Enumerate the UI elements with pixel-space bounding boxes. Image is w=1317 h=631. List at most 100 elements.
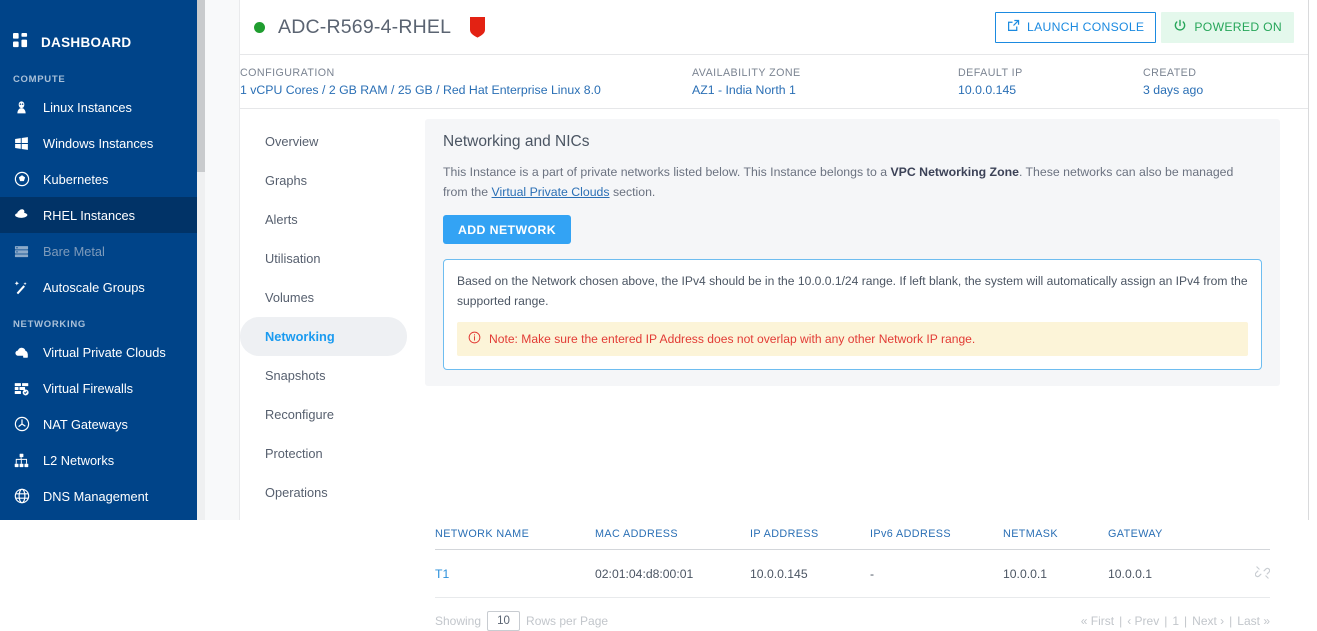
sidebar-item-linux-instances[interactable]: Linux Instances xyxy=(0,89,197,125)
magic-wand-icon xyxy=(13,279,30,296)
tab-networking[interactable]: Networking xyxy=(240,317,407,356)
sidebar-scrollbar-thumb[interactable] xyxy=(197,0,205,172)
table-column-header xyxy=(1230,512,1270,550)
card-title: Networking and NICs xyxy=(443,133,590,150)
cell-ip_address: 10.0.0.145 xyxy=(750,549,870,598)
desc-bold: VPC Networking Zone xyxy=(890,165,1019,179)
table-row: T1 02:01:04:d8:00:01 10.0.0.145-10.0.0.1 10… xyxy=(435,549,1271,598)
info-circle-icon xyxy=(468,331,481,347)
meta-value: 3 days ago xyxy=(1143,82,1204,97)
pagination-first[interactable]: « First xyxy=(1081,614,1114,628)
table-column-header: NETMASK xyxy=(1003,512,1108,550)
power-state-button[interactable]: POWERED ON xyxy=(1161,11,1294,43)
tux-icon xyxy=(13,99,30,116)
sidebar-item-kubernetes[interactable]: Kubernetes xyxy=(0,161,197,197)
ip-overlap-note-text: Note: Make sure the entered IP Address d… xyxy=(489,332,976,346)
unlink-icon[interactable] xyxy=(1254,566,1271,583)
instance-header: ADC-R569-4-RHEL LAUNCH CONSOLE POWERED O… xyxy=(240,0,1308,55)
sidebar-item-rhel-instances[interactable]: RHEL Instances xyxy=(0,197,197,233)
meta-value: AZ1 - India North 1 xyxy=(692,82,796,97)
pagination-sep-2: | xyxy=(1164,614,1168,628)
sidebar-item-virtual-firewalls[interactable]: Virtual Firewalls xyxy=(0,370,197,406)
sidebar-item-bare-metal[interactable]: Bare Metal xyxy=(0,233,197,269)
sidebar-item-nat-gateways[interactable]: NAT Gateways xyxy=(0,406,197,442)
redhat-icon xyxy=(13,207,30,224)
cell-netmask: 10.0.0.1 xyxy=(1003,549,1108,598)
sidebar-item-label: L2 Networks xyxy=(43,452,115,468)
tab-graphs[interactable]: Graphs xyxy=(240,161,407,200)
tab-operations[interactable]: Operations xyxy=(240,473,407,512)
table-body: T1 02:01:04:d8:00:01 10.0.0.145-10.0.0.1 10… xyxy=(435,549,1271,598)
network-tree-icon xyxy=(13,452,30,469)
cell-network_name: T1 xyxy=(435,549,595,598)
sidebar-item-dns-management[interactable]: DNS Management xyxy=(0,478,197,514)
networks-table-wrap: NETWORK NAME MAC ADDRESS IP ADDRESS IPv6 AD… xyxy=(425,512,1280,631)
cell-actions xyxy=(1230,549,1271,598)
networks-table: NETWORK NAME MAC ADDRESS IP ADDRESS IPv6 AD… xyxy=(435,512,1271,598)
tab-volumes[interactable]: Volumes xyxy=(240,278,407,317)
header-actions: LAUNCH CONSOLE POWERED ON xyxy=(995,11,1294,43)
meta-label: DEFAULT IP xyxy=(958,66,1023,79)
dashboard-grid-icon xyxy=(13,33,28,51)
main-content: ADC-R569-4-RHEL LAUNCH CONSOLE POWERED O… xyxy=(240,0,1308,631)
add-network-button[interactable]: ADD NETWORK xyxy=(443,215,571,244)
sidebar-section-label: COMPUTE xyxy=(13,74,66,85)
table-column-header: MAC ADDRESS xyxy=(595,512,750,550)
ipv4-info-text: Based on the Network chosen above, the I… xyxy=(457,274,1248,308)
sidebar-dashboard-label: DASHBOARD xyxy=(41,34,132,50)
tab-protection[interactable]: Protection xyxy=(240,434,407,473)
tab-label: Graphs xyxy=(265,173,307,188)
tab-reconfigure[interactable]: Reconfigure xyxy=(240,395,407,434)
tab-label: Protection xyxy=(265,446,323,461)
content-gutter xyxy=(205,0,240,520)
network-name-link[interactable]: T1 xyxy=(435,567,449,581)
meta-configuration: CONFIGURATION 1 vCPU Cores / 2 GB RAM / 2… xyxy=(240,67,601,97)
sidebar-item-virtual-private-clouds[interactable]: Virtual Private Clouds xyxy=(0,334,197,370)
tab-snapshots[interactable]: Snapshots xyxy=(240,356,407,395)
sidebar-item-label: Autoscale Groups xyxy=(43,279,145,295)
tab-utilisation[interactable]: Utilisation xyxy=(240,239,407,278)
tab-overview[interactable]: Overview xyxy=(240,122,407,161)
sidebar-item-label: DNS Management xyxy=(43,488,149,504)
pagination-next[interactable]: Next › xyxy=(1192,614,1224,628)
table-column-header: NETWORK NAME xyxy=(435,512,595,550)
sidebar-item-label: RHEL Instances xyxy=(43,207,135,223)
sidebar-item-label: Linux Instances xyxy=(43,99,132,115)
rows-per-page-input[interactable] xyxy=(487,611,521,631)
virtual-private-clouds-link[interactable]: Virtual Private Clouds xyxy=(492,185,610,199)
globe-icon xyxy=(13,488,30,505)
tab-label: Networking xyxy=(265,329,335,344)
showing-label: Showing xyxy=(435,614,482,628)
sidebar-item-label: Virtual Firewalls xyxy=(43,380,134,396)
sidebar-item-windows-instances[interactable]: Windows Instances xyxy=(0,125,197,161)
instance-body: Overview Graphs Alerts Utilisation Volumes Ne… xyxy=(240,109,1308,512)
table-footer: Showing Rows per Page « First | ‹ Prev |… xyxy=(435,611,1270,631)
kubernetes-icon xyxy=(13,171,30,188)
pagination-sep-4: | xyxy=(1229,614,1233,628)
pagination-prev[interactable]: ‹ Prev xyxy=(1127,614,1159,628)
server-icon xyxy=(13,243,30,260)
desc-text-1: This Instance is a part of private netwo… xyxy=(443,165,891,179)
right-page-edge xyxy=(1308,0,1317,520)
meta-label: AVAILABILITY ZONE xyxy=(692,66,801,79)
launch-console-button[interactable]: LAUNCH CONSOLE xyxy=(995,11,1157,43)
sidebar: DASHBOARD COMPUTE Linux Instances Windows … xyxy=(0,0,197,520)
sidebar-item-dashboard[interactable]: DASHBOARD xyxy=(0,24,197,60)
tab-label: Volumes xyxy=(265,290,315,305)
tab-label: Alerts xyxy=(265,212,298,227)
sidebar-item-label: Bare Metal xyxy=(43,243,105,259)
cell-gateway: 10.0.0.1 xyxy=(1108,549,1230,598)
meta-availability-zone: AVAILABILITY ZONE AZ1 - India North 1 xyxy=(692,67,801,97)
pagination-page-1[interactable]: 1 xyxy=(1172,614,1179,628)
sidebar-item-autoscale-groups[interactable]: Autoscale Groups xyxy=(0,269,197,305)
tab-alerts[interactable]: Alerts xyxy=(240,200,407,239)
pagination-last[interactable]: Last » xyxy=(1237,614,1270,628)
tab-label: Snapshots xyxy=(265,368,326,383)
table-header-row: NETWORK NAME MAC ADDRESS IP ADDRESS IPv6 AD… xyxy=(435,512,1270,550)
table-column-header: GATEWAY xyxy=(1108,512,1230,550)
sidebar-item-l2-networks[interactable]: L2 Networks xyxy=(0,442,197,478)
tab-label: Utilisation xyxy=(265,251,321,266)
external-link-icon xyxy=(1007,19,1020,35)
instance-meta-strip: CONFIGURATION 1 vCPU Cores / 2 GB RAM / 2… xyxy=(240,55,1308,109)
sidebar-item-label: Virtual Private Clouds xyxy=(43,344,166,360)
